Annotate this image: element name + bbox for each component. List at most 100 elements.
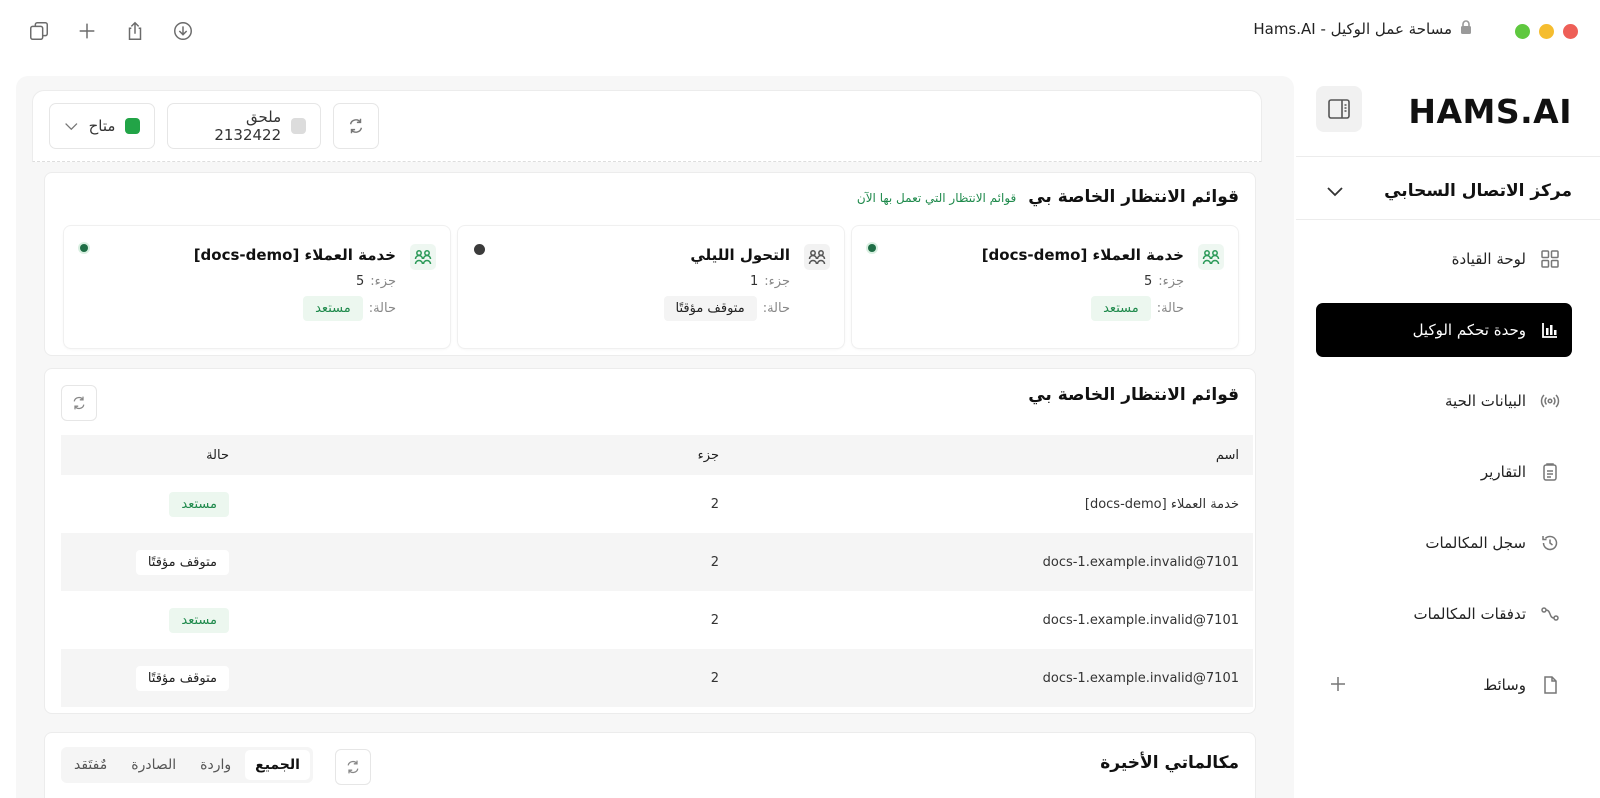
refresh-calls-button[interactable]	[335, 749, 371, 785]
queue-part-row: جزء: 1	[750, 274, 790, 289]
table-row[interactable]: 7101@docs-1.example.invalid 2 متوقف مؤقت…	[61, 533, 1253, 591]
status-label: حالة:	[368, 301, 396, 316]
minimize-window-button[interactable]	[1539, 24, 1554, 39]
queue-status-row: حالة: متوقف مؤقتًا	[663, 296, 790, 321]
refresh-queues-button[interactable]	[61, 385, 97, 421]
part-label: جزء:	[1158, 274, 1184, 289]
sidebar-item-live-data[interactable]: البيانات الحية	[1316, 374, 1572, 428]
card-title: مكالماتي الأخيرة	[1100, 753, 1239, 773]
close-window-button[interactable]	[1563, 24, 1578, 39]
add-media-button[interactable]	[1328, 674, 1348, 694]
users-icon	[1198, 244, 1224, 270]
download-icon[interactable]	[170, 18, 196, 44]
tab-inbound[interactable]: واردة	[190, 750, 241, 780]
org-selector[interactable]: مركز الاتصال السحابي	[1326, 176, 1572, 206]
part-value: 5	[356, 274, 365, 289]
sidebar-item-label: تدفقات المكالمات	[1413, 605, 1526, 623]
bar-chart-icon	[1542, 323, 1557, 338]
tab-outbound[interactable]: الصادرة	[121, 750, 186, 780]
column-header-name[interactable]: اسم	[733, 435, 1253, 475]
column-header-status[interactable]: حالة	[61, 435, 243, 475]
status-indicator	[125, 118, 140, 134]
flow-icon	[1541, 607, 1559, 621]
copy-icon[interactable]	[26, 18, 52, 44]
call-filter-tabs: الجميع واردة الصادرة مٌفتَقد	[61, 747, 313, 783]
status-badge: مستعد	[303, 296, 363, 321]
queue-card[interactable]: خدمة العملاء [docs-demo] جزء: 5 حالة: مستع…	[63, 225, 451, 349]
sidebar-item-label: لوحة القيادة	[1451, 250, 1526, 268]
column-header-part[interactable]: جزء	[243, 435, 733, 475]
maximize-window-button[interactable]	[1515, 24, 1530, 39]
recent-calls-card: مكالماتي الأخيرة الجميع واردة الصادرة مٌ…	[44, 732, 1256, 798]
queue-name-cell: 7101@docs-1.example.invalid	[733, 533, 1253, 591]
status-badge: مستعد	[169, 607, 229, 633]
history-icon	[1542, 535, 1558, 551]
queue-name: خدمة العملاء [docs-demo]	[981, 246, 1184, 264]
sidebar-item-call-flows[interactable]: تدفقات المكالمات	[1316, 587, 1572, 641]
refresh-status-button[interactable]	[333, 103, 379, 149]
table-row[interactable]: خدمة العملاء [docs-demo] 2 مستعد	[61, 475, 1253, 533]
extension-button[interactable]: ملحق 2132422	[167, 103, 321, 149]
queue-status-dot	[80, 244, 88, 252]
status-label: حالة:	[762, 301, 790, 316]
part-label: جزء:	[370, 274, 396, 289]
queue-name-cell: 7101@docs-1.example.invalid	[1042, 612, 1239, 628]
queue-part-cell: 2	[710, 612, 719, 628]
queue-part-cell: 2	[710, 496, 719, 512]
sidebar-item-reports[interactable]: التقارير	[1316, 445, 1572, 499]
queue-status-dot	[868, 244, 876, 252]
agent-status-label: متاح	[88, 117, 116, 135]
queue-status-row: حالة: مستعد	[303, 296, 396, 321]
plus-icon	[1331, 677, 1345, 691]
queue-part-cell: 2	[243, 533, 733, 591]
sidebar-item-call-log[interactable]: سجل المكالمات	[1316, 516, 1572, 570]
plus-icon[interactable]	[74, 18, 100, 44]
queue-name-cell: خدمة العملاء [docs-demo]	[1084, 496, 1239, 512]
extension-label: ملحق 2132422	[214, 108, 282, 144]
queue-status-cell: مستعد	[61, 475, 243, 533]
refresh-icon	[347, 760, 359, 774]
status-badge: متوقف مؤقتًا	[135, 665, 229, 691]
sidebar-item-agent-console[interactable]: وحدة تحكم الوكيل	[1316, 303, 1572, 357]
table-row[interactable]: 7101@docs-1.example.invalid 2 مستعد	[61, 591, 1253, 649]
status-badge: مستعد	[1091, 296, 1151, 321]
chevron-down-icon	[65, 123, 78, 131]
status-badge: متوقف مؤقتًا	[663, 296, 757, 321]
tab-all[interactable]: الجميع	[245, 750, 310, 780]
table-row[interactable]: 7101@docs-1.example.invalid 2 متوقف مؤقت…	[61, 649, 1253, 707]
grid-icon	[1541, 250, 1559, 268]
tab-missed[interactable]: مٌفتَقد	[64, 750, 117, 780]
share-icon[interactable]	[122, 18, 148, 44]
part-value: 1	[750, 274, 759, 289]
status-badge: متوقف مؤقتًا	[135, 549, 229, 575]
main-content: متاح ملحق 2132422 قوائم الانتظار الخاصة …	[16, 76, 1294, 798]
sidebar-item-media[interactable]: وسائط	[1316, 658, 1572, 712]
refresh-icon	[349, 118, 363, 134]
users-icon	[410, 244, 436, 270]
sidebar-panel-icon	[1328, 99, 1350, 119]
queue-name-cell: 7101@docs-1.example.invalid	[733, 649, 1253, 707]
agent-status-bar: متاح ملحق 2132422	[32, 90, 1262, 162]
sidebar: HAMS.AI مركز الاتصال السحابي لوحة القياد…	[1296, 64, 1600, 798]
part-label: جزء:	[764, 274, 790, 289]
agent-status-dropdown[interactable]: متاح	[49, 103, 155, 149]
queue-part-cell: 2	[243, 649, 733, 707]
file-icon	[1544, 676, 1557, 694]
queue-card[interactable]: خدمة العملاء [docs-demo] جزء: 5 حالة: مستع…	[851, 225, 1239, 349]
sidebar-item-dashboard[interactable]: لوحة القيادة	[1316, 232, 1572, 286]
card-title: قوائم الانتظار الخاصة بي قوائم الانتظار …	[857, 187, 1239, 207]
sidebar-toggle-button[interactable]	[1316, 86, 1362, 132]
card-title: قوائم الانتظار الخاصة بي	[1028, 385, 1239, 405]
logo: HAMS.AI	[1408, 92, 1572, 131]
sidebar-item-label: البيانات الحية	[1445, 392, 1526, 410]
queue-status-cell: متوقف مؤقتًا	[61, 649, 243, 707]
broadcast-icon	[1540, 394, 1560, 408]
queue-part-row: جزء: 5	[1144, 274, 1184, 289]
status-label: حالة:	[1156, 301, 1184, 316]
queues-table: اسم جزء حالة خدمة العملاء [docs-demo] 2 …	[61, 435, 1253, 707]
my-queues-card: قوائم الانتظار الخاصة بي قوائم الانتظار …	[44, 172, 1256, 356]
refresh-icon	[73, 396, 85, 410]
lock-icon	[1460, 20, 1472, 38]
queue-status-dot	[474, 244, 485, 255]
queue-card[interactable]: التحول الليلي جزء: 1 حالة: متوقف مؤقتًا	[457, 225, 845, 349]
